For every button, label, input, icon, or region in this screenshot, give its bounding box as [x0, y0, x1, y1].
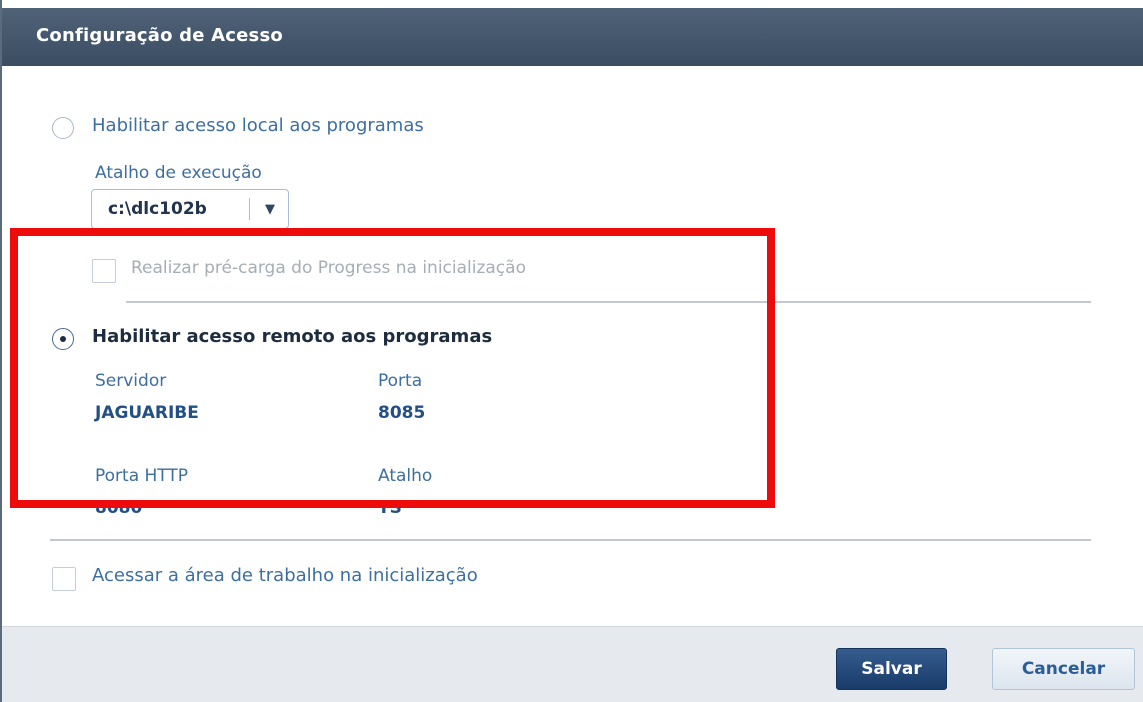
- dialog-title: Configuração de Acesso: [36, 25, 283, 46]
- shortcut-execution-select[interactable]: c:\dlc102b ▼: [91, 189, 289, 229]
- workspace-checkbox[interactable]: [52, 567, 76, 591]
- save-button[interactable]: Salvar: [836, 648, 947, 690]
- cancel-button[interactable]: Cancelar: [992, 648, 1135, 690]
- shortcut-execution-label: Atalho de execução: [95, 163, 262, 183]
- local-access-label[interactable]: Habilitar acesso local aos programas: [92, 115, 424, 136]
- divider: [50, 539, 1091, 541]
- select-separator: [249, 198, 250, 220]
- dialog-titlebar: Configuração de Acesso: [2, 8, 1143, 66]
- access-config-dialog: Configuração de Acesso Habilitar acesso …: [0, 0, 1143, 702]
- local-access-radio[interactable]: [52, 117, 74, 139]
- workspace-label[interactable]: Acessar a área de trabalho na inicializa…: [92, 565, 478, 586]
- chevron-down-icon[interactable]: ▼: [259, 200, 281, 220]
- shortcut-execution-value: c:\dlc102b: [108, 199, 207, 219]
- highlight-box: [10, 228, 775, 508]
- dialog-footer: Salvar Cancelar: [2, 626, 1143, 702]
